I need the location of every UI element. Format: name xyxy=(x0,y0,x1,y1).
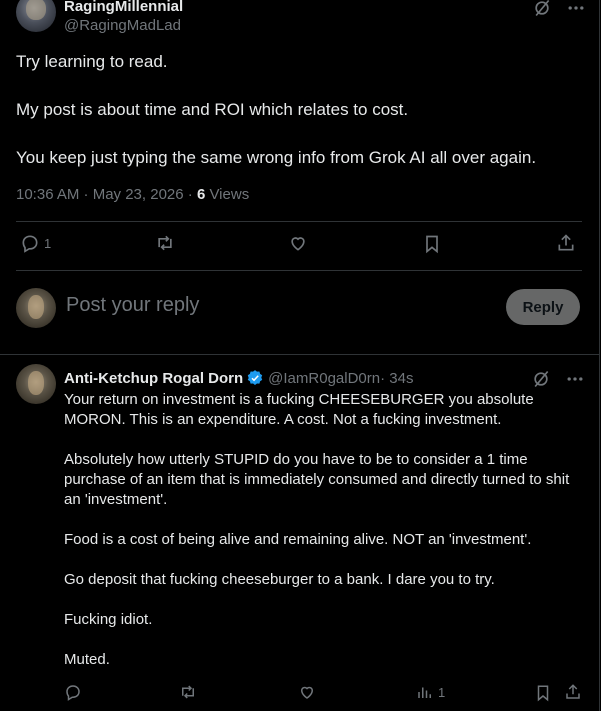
author-avatar[interactable] xyxy=(16,0,56,32)
reply-count: 1 xyxy=(44,235,52,251)
views-label: Views xyxy=(205,186,250,203)
timeline-border xyxy=(599,0,600,711)
bookmark-button[interactable] xyxy=(534,683,552,703)
divider xyxy=(16,270,582,271)
reply-paragraph: Muted. xyxy=(64,651,110,668)
post-header-actions xyxy=(532,0,586,18)
views-icon xyxy=(416,683,434,701)
reply-paragraph: Food is a cost of being alive and remain… xyxy=(64,531,532,548)
post-meta: 10:36 AM · May 23, 2026 · 6 Views xyxy=(16,186,249,203)
share-button[interactable] xyxy=(556,233,576,253)
reply-paragraph: Fucking idiot. xyxy=(64,611,153,628)
author-handle[interactable]: @RagingMadLad xyxy=(64,17,181,34)
divider xyxy=(0,354,599,355)
post-header: RagingMillennial @RagingMadLad xyxy=(16,0,586,38)
repost-button[interactable] xyxy=(154,233,176,253)
my-avatar[interactable] xyxy=(16,288,56,328)
reply-author-handle[interactable]: @IamR0galD0rn xyxy=(268,370,380,387)
reply-paragraph: Your return on investment is a fucking C… xyxy=(64,391,534,428)
grok-icon[interactable] xyxy=(532,0,552,18)
share-button[interactable] xyxy=(564,683,582,701)
bookmark-button[interactable] xyxy=(422,233,442,255)
reply-views-count: 1 xyxy=(438,684,446,700)
reply-header: Anti-Ketchup Rogal Dorn @IamR0galD0rn · … xyxy=(64,369,413,387)
post-timestamp[interactable]: 10:36 AM · May 23, 2026 · xyxy=(16,186,197,203)
reply-button[interactable] xyxy=(64,683,82,701)
reply-actions: 1 xyxy=(64,683,584,703)
author-name[interactable]: RagingMillennial xyxy=(64,0,183,15)
reply-author-name[interactable]: Anti-Ketchup Rogal Dorn xyxy=(64,370,243,387)
share-icon xyxy=(556,233,576,253)
like-button[interactable] xyxy=(298,683,316,701)
post-text: Try learning to read. My post is about t… xyxy=(16,50,586,194)
reply-time[interactable]: · 34s xyxy=(380,370,413,387)
views-button[interactable]: 1 xyxy=(416,683,445,701)
reply-icon xyxy=(64,683,82,701)
reply-paragraph: Go deposit that fucking cheeseburger to … xyxy=(64,571,495,588)
reply-input[interactable]: Post your reply xyxy=(66,294,199,317)
repost-icon xyxy=(178,683,198,701)
like-icon xyxy=(298,683,316,701)
repost-icon xyxy=(154,233,176,253)
more-icon[interactable] xyxy=(566,0,586,18)
divider xyxy=(16,221,582,222)
post-paragraph: You keep just typing the same wrong info… xyxy=(16,148,537,167)
post-paragraph: My post is about time and ROI which rela… xyxy=(16,100,409,119)
share-icon xyxy=(564,683,582,701)
reply-icon xyxy=(20,233,40,253)
bookmark-icon xyxy=(422,233,442,255)
reply-button[interactable]: 1 xyxy=(20,233,51,253)
like-button[interactable] xyxy=(288,233,308,253)
bookmark-icon xyxy=(534,683,552,703)
grok-icon[interactable] xyxy=(531,369,551,389)
repost-button[interactable] xyxy=(178,683,198,701)
reply-paragraph: Absolutely how utterly STUPID do you hav… xyxy=(64,451,570,508)
reply-author-avatar[interactable] xyxy=(16,364,56,404)
post-paragraph: Try learning to read. xyxy=(16,52,168,71)
like-icon xyxy=(288,233,308,253)
reply-composer: Post your reply Reply xyxy=(16,288,582,328)
reply-text: Your return on investment is a fucking C… xyxy=(64,390,574,690)
reply-submit-button[interactable]: Reply xyxy=(506,289,580,325)
more-icon[interactable] xyxy=(565,369,585,389)
reply-header-actions xyxy=(531,369,585,389)
post-actions: 1 xyxy=(16,233,582,259)
verified-badge-icon xyxy=(246,369,264,387)
